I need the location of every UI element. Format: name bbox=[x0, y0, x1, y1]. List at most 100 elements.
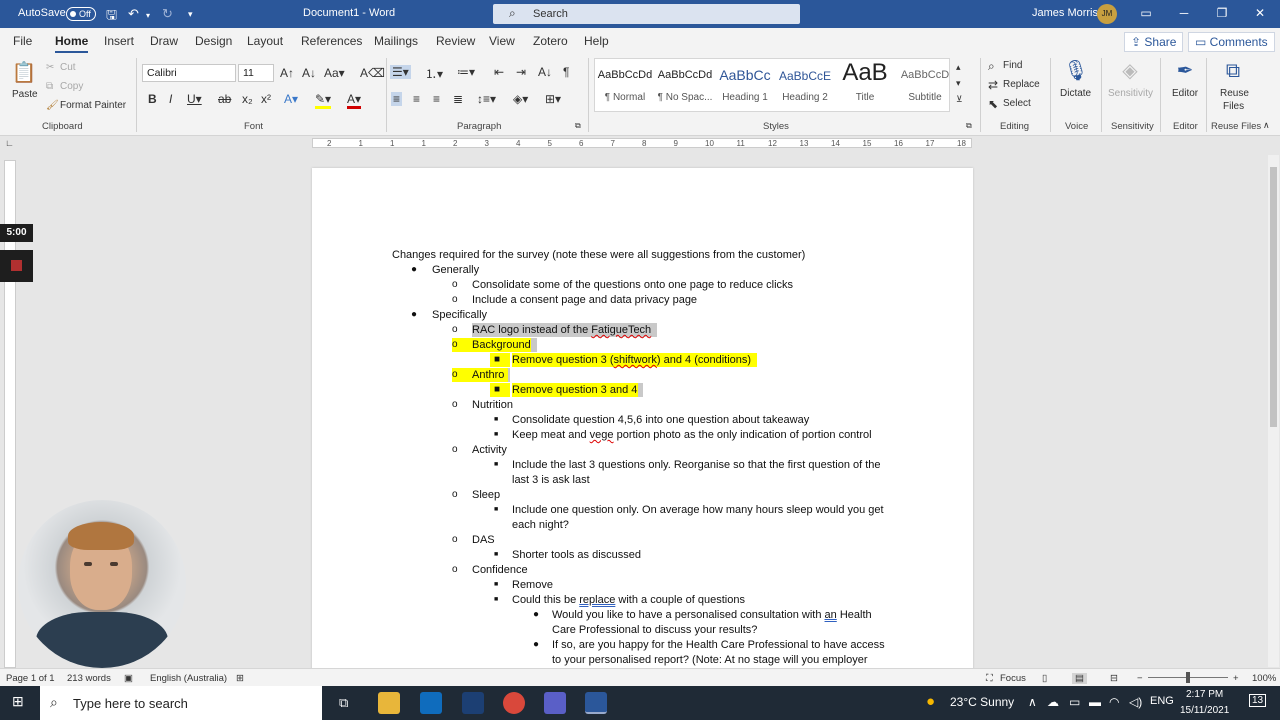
microphone-icon[interactable]: 🎙 bbox=[1063, 58, 1089, 84]
autosave-toggle[interactable]: Off bbox=[66, 7, 96, 21]
editor-button[interactable]: Editor bbox=[1172, 88, 1198, 99]
word-icon[interactable] bbox=[585, 692, 607, 714]
copy-icon[interactable]: ⧉ bbox=[46, 81, 53, 92]
format-painter-icon[interactable]: 🖌 bbox=[46, 100, 59, 111]
borders-icon[interactable]: ⊞▾ bbox=[545, 92, 561, 106]
tab-help[interactable]: Help bbox=[584, 34, 609, 48]
font-size-select[interactable]: 11 bbox=[238, 64, 274, 82]
restore-icon[interactable]: ❐ bbox=[1213, 6, 1231, 20]
app-icon[interactable] bbox=[462, 692, 484, 714]
save-icon[interactable]: 🖫 bbox=[106, 6, 117, 28]
font-color-icon[interactable]: A▾ bbox=[347, 92, 362, 109]
sensitivity-icon[interactable]: ◈ bbox=[1117, 58, 1143, 84]
tab-view[interactable]: View bbox=[489, 34, 515, 48]
windows-start-icon[interactable]: ⊞ bbox=[12, 693, 24, 710]
word-count[interactable]: 213 words bbox=[67, 673, 111, 684]
justify-icon[interactable]: ≣ bbox=[453, 92, 463, 106]
italic-icon[interactable]: I bbox=[169, 92, 172, 106]
outlook-icon[interactable] bbox=[420, 692, 442, 714]
find-icon[interactable]: ⌕ bbox=[988, 59, 995, 74]
highlight-icon[interactable]: ✎▾ bbox=[315, 92, 332, 109]
format-painter-button[interactable]: Format Painter bbox=[60, 100, 126, 111]
avatar[interactable]: JM bbox=[1097, 4, 1117, 24]
styles-more-icon[interactable]: ⊻ bbox=[956, 94, 963, 105]
customize-quick-access-icon[interactable]: ▾ bbox=[188, 9, 193, 20]
paragraph-dialog-launcher-icon[interactable]: ⧉ bbox=[575, 121, 581, 131]
style-subtitle[interactable]: AaBbCcD Subtitle bbox=[895, 59, 955, 111]
show-formatting-icon[interactable]: ¶ bbox=[563, 65, 569, 79]
web-layout-icon[interactable]: ⊟ bbox=[1110, 673, 1118, 684]
text-effects-icon[interactable]: A▾ bbox=[284, 92, 298, 106]
increase-indent-icon[interactable]: ⇥ bbox=[516, 65, 526, 79]
comments-button[interactable]: ▭ Comments bbox=[1188, 32, 1275, 52]
scrollbar-thumb[interactable] bbox=[1270, 167, 1277, 427]
style-heading-2[interactable]: AaBbCcE Heading 2 bbox=[775, 59, 835, 111]
clock-time[interactable]: 2:17 PM bbox=[1186, 689, 1223, 700]
replace-icon[interactable]: ⇄ bbox=[988, 78, 998, 92]
style-normal[interactable]: AaBbCcDd ¶ Normal bbox=[595, 59, 655, 111]
sensitivity-button[interactable]: Sensitivity bbox=[1108, 88, 1153, 99]
superscript-icon[interactable]: x² bbox=[261, 92, 271, 106]
tray-overflow-icon[interactable]: ∧ bbox=[1028, 695, 1037, 709]
ribbon-display-icon[interactable]: ▭ bbox=[1137, 6, 1155, 20]
numbering-icon[interactable]: ⒈▾ bbox=[425, 65, 443, 82]
close-icon[interactable]: ✕ bbox=[1251, 6, 1269, 20]
cut-button[interactable]: Cut bbox=[60, 62, 76, 73]
decrease-indent-icon[interactable]: ⇤ bbox=[494, 65, 504, 79]
bullets-icon[interactable]: ☰▾ bbox=[390, 65, 411, 79]
accessibility-icon[interactable]: ⊞ bbox=[236, 673, 244, 684]
onedrive-icon[interactable]: ☁ bbox=[1047, 695, 1059, 709]
tab-selector-icon[interactable]: ∟ bbox=[5, 138, 14, 148]
change-case-icon[interactable]: Aa▾ bbox=[324, 66, 345, 80]
multilevel-list-icon[interactable]: ≔▾ bbox=[457, 65, 475, 79]
line-spacing-icon[interactable]: ↕≡▾ bbox=[477, 92, 496, 106]
shrink-font-icon[interactable]: A↓ bbox=[302, 66, 316, 80]
collapse-ribbon-icon[interactable]: ∧ bbox=[1263, 120, 1270, 131]
clear-formatting-icon[interactable]: A⌫ bbox=[360, 66, 385, 80]
print-layout-icon[interactable]: ▤ bbox=[1072, 673, 1087, 684]
bold-icon[interactable]: B bbox=[148, 92, 157, 106]
dictate-button[interactable]: Dictate bbox=[1060, 88, 1091, 99]
volume-icon[interactable]: ◁) bbox=[1129, 695, 1142, 709]
tab-layout[interactable]: Layout bbox=[247, 34, 283, 48]
taskbar-search-box[interactable]: ⌕ Type here to search bbox=[40, 686, 322, 720]
replace-button[interactable]: Replace bbox=[1003, 79, 1040, 90]
share-button[interactable]: ⇪ Share bbox=[1124, 32, 1184, 52]
reuse-files-icon[interactable]: ⧉ bbox=[1220, 58, 1246, 84]
battery-icon[interactable]: ▬ bbox=[1089, 695, 1101, 709]
align-center-icon[interactable]: ≡ bbox=[413, 92, 420, 106]
styles-scroll-down-icon[interactable]: ▾ bbox=[956, 78, 961, 89]
align-left-icon[interactable]: ≡ bbox=[391, 92, 403, 106]
zoom-level[interactable]: 100% bbox=[1252, 673, 1276, 684]
undo-icon[interactable]: ↶ bbox=[128, 6, 139, 22]
page-count[interactable]: Page 1 of 1 bbox=[6, 673, 55, 684]
sort-icon[interactable]: A↓ bbox=[538, 65, 552, 79]
tab-zotero[interactable]: Zotero bbox=[533, 34, 568, 48]
proofing-icon[interactable]: ▣ bbox=[124, 673, 133, 684]
undo-dropdown-icon[interactable]: ▾ bbox=[146, 11, 150, 20]
styles-dialog-launcher-icon[interactable]: ⧉ bbox=[966, 121, 972, 131]
styles-scroll-up-icon[interactable]: ▴ bbox=[956, 62, 961, 73]
tab-insert[interactable]: Insert bbox=[104, 34, 134, 48]
paste-button[interactable]: Paste bbox=[12, 89, 38, 100]
search-box[interactable]: ⌕ Search bbox=[493, 4, 800, 24]
focus-button[interactable]: Focus bbox=[1000, 673, 1026, 684]
clock-date[interactable]: 15/11/2021 bbox=[1180, 705, 1229, 716]
tab-mailings[interactable]: Mailings bbox=[374, 34, 418, 48]
focus-icon[interactable]: ⛶ bbox=[986, 673, 993, 684]
tab-review[interactable]: Review bbox=[436, 34, 475, 48]
teams-icon[interactable] bbox=[544, 692, 566, 714]
font-name-select[interactable]: Calibri bbox=[142, 64, 236, 82]
reuse-button-line2[interactable]: Files bbox=[1223, 101, 1244, 112]
tab-home[interactable]: Home bbox=[55, 34, 89, 53]
copy-button[interactable]: Copy bbox=[60, 81, 83, 92]
tab-design[interactable]: Design bbox=[195, 34, 232, 48]
select-button[interactable]: Select bbox=[1003, 98, 1031, 109]
reuse-button-line1[interactable]: Reuse bbox=[1220, 88, 1249, 99]
zoom-slider-thumb[interactable] bbox=[1186, 672, 1190, 683]
align-right-icon[interactable]: ≡ bbox=[433, 92, 440, 106]
grow-font-icon[interactable]: A↑ bbox=[280, 66, 294, 80]
subscript-icon[interactable]: x₂ bbox=[242, 92, 253, 106]
strikethrough-icon[interactable]: ab bbox=[218, 92, 231, 106]
select-icon[interactable]: ⬉ bbox=[988, 97, 998, 111]
